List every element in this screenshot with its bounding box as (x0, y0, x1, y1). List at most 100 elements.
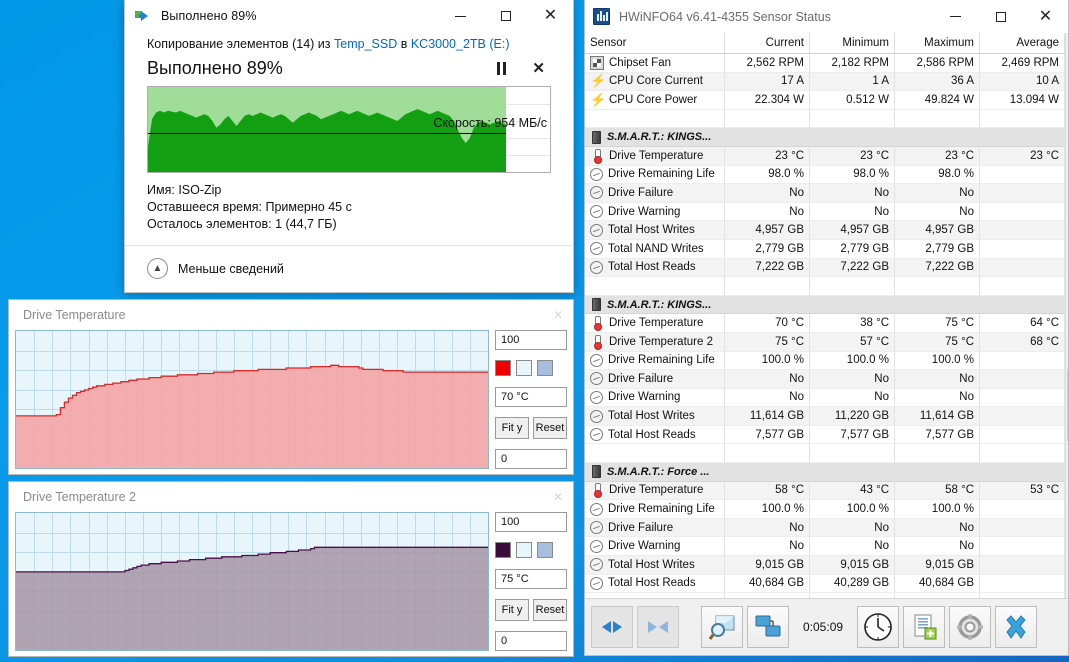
sensor-row[interactable]: Drive Remaining Life 100.0 % 100.0 % 100.0 … (585, 500, 1065, 519)
sensor-settings-button[interactable] (701, 606, 743, 648)
graph-window-drive-temperature: Drive Temperature ✕ 100 70 °C Fit y Rese… (8, 299, 574, 475)
graph1-max-field[interactable]: 100 (495, 330, 567, 350)
sensor-row[interactable]: Drive Warning No No No (585, 388, 1065, 408)
column-header-current[interactable]: Current (725, 33, 810, 53)
sensor-average-cell (980, 556, 1065, 575)
sensor-name-cell: Total NAND Writes (585, 239, 725, 259)
sensor-name-cell: Drive Warning (585, 202, 725, 222)
sensor-row[interactable]: Drive Failure No No No (585, 518, 1065, 538)
copy-items-icon (135, 8, 153, 24)
minimize-icon[interactable] (438, 0, 483, 33)
close-icon[interactable]: ✕ (553, 490, 563, 504)
sensor-label: Drive Failure (608, 521, 674, 534)
sensor-row[interactable]: Drive Remaining Life 100.0 % 100.0 % 100.0 … (585, 351, 1065, 371)
graph2-titlebar[interactable]: Drive Temperature 2 ✕ (9, 482, 573, 512)
graph1-grid-color-swatch[interactable] (537, 360, 553, 377)
destination-drive-link[interactable]: KC3000_2TB (E:) (411, 37, 510, 51)
sensor-current-cell (725, 444, 810, 464)
remote-monitor-button[interactable] (747, 606, 789, 648)
source-folder-link[interactable]: Temp_SSD (334, 37, 397, 51)
gauge-icon (590, 521, 603, 535)
sensor-row[interactable]: Drive Remaining Life 98.0 % 98.0 % 98.0 % (585, 165, 1065, 185)
logging-button[interactable] (903, 606, 946, 648)
column-header-minimum[interactable]: Minimum (810, 33, 895, 53)
close-icon[interactable]: ✕ (1023, 0, 1068, 33)
sensor-average-cell (980, 500, 1065, 519)
sensor-row[interactable] (585, 277, 1065, 296)
hwinfo-titlebar[interactable]: HWiNFO64 v6.41-4355 Sensor Status ✕ (585, 0, 1068, 33)
pause-icon[interactable] (497, 62, 507, 75)
graph1-series-color-swatch[interactable] (495, 360, 511, 377)
copy-dialog-titlebar[interactable]: Выполнено 89% ✕ (125, 0, 573, 33)
graph2-reset-button[interactable]: Reset (533, 598, 567, 621)
sensor-row[interactable]: Drive Temperature 58 °C 43 °C 58 °C 53 °C (585, 481, 1065, 501)
sensor-row[interactable]: ⚡ CPU Core Power 22.304 W 0.512 W 49.824 W 13… (585, 91, 1065, 110)
gauge-icon (590, 205, 603, 219)
graph2-fit-y-button[interactable]: Fit y (495, 598, 529, 621)
sensor-row[interactable] (585, 444, 1065, 464)
maximize-icon[interactable] (483, 0, 528, 33)
scrollbar-thumb[interactable] (1067, 369, 1068, 441)
sensor-row[interactable]: Drive Warning No No No (585, 202, 1065, 222)
sensor-label: Total Host Reads (608, 428, 696, 441)
sensor-row[interactable]: Drive Failure No No No (585, 184, 1065, 203)
graph1-background-color-swatch[interactable] (516, 360, 532, 377)
copy-name-label: Имя: (147, 183, 175, 197)
graph2-series-color-swatch[interactable] (495, 542, 511, 559)
close-icon[interactable]: ✕ (553, 308, 563, 322)
less-details-toggle[interactable]: ▲ Меньше сведений (147, 258, 551, 279)
chevron-up-icon[interactable]: ^ (1066, 33, 1068, 50)
sensor-minimum-cell: 7,577 GB (810, 425, 895, 445)
sensor-row[interactable]: Total Host Writes 11,614 GB 11,220 GB 11,61… (585, 407, 1065, 426)
sensor-row[interactable] (585, 593, 1065, 598)
graph2-grid-color-swatch[interactable] (537, 542, 553, 559)
minimize-icon[interactable] (933, 0, 978, 33)
sensor-maximum-cell: 100.0 % (895, 500, 980, 519)
collapse-columns-button[interactable] (637, 606, 679, 648)
graph2-current-field[interactable]: 75 °C (495, 568, 567, 589)
sensor-group-row[interactable]: S.M.A.R.T.: KINGS... (585, 295, 1065, 315)
sensor-row[interactable]: Drive Failure No No No (585, 370, 1065, 389)
preferences-button[interactable] (949, 606, 992, 648)
sensor-row[interactable] (585, 109, 1065, 129)
close-sensors-button[interactable] (995, 606, 1038, 648)
sensor-group-row[interactable]: S.M.A.R.T.: Force ... (585, 463, 1065, 482)
sensor-row[interactable]: Drive Temperature 2 75 °C 57 °C 75 °C 68 °C (585, 332, 1065, 352)
sensor-row[interactable]: ⚡ CPU Core Current 17 A1 A 36 A 10 A (585, 72, 1065, 92)
column-header-maximum[interactable]: Maximum (895, 33, 980, 53)
sensor-row[interactable]: Total NAND Writes 2,779 GB 2,779 GB 2,779 G… (585, 239, 1065, 259)
graph1-min-field[interactable]: 0 (495, 449, 567, 469)
graph2-min-field[interactable]: 0 (495, 631, 567, 651)
chevron-down-icon[interactable]: ˅ (1066, 581, 1068, 598)
sensor-table-scrollbar[interactable]: ^ ˅ (1065, 33, 1068, 598)
graph1-fit-y-button[interactable]: Fit y (495, 416, 529, 439)
cancel-icon[interactable]: ✕ (532, 61, 545, 76)
close-icon[interactable]: ✕ (528, 0, 573, 33)
sensor-name-cell: ⚡ CPU Core Power (585, 91, 725, 110)
reset-timer-button[interactable] (857, 606, 900, 648)
sensor-row[interactable]: Total Host Writes 4,957 GB 4,957 GB 4,957 G… (585, 221, 1065, 240)
sensor-row[interactable]: Drive Temperature 70 °C 38 °C 75 °C 64 °C (585, 314, 1065, 333)
graph2-background-color-swatch[interactable] (516, 542, 532, 559)
graph2-max-field[interactable]: 100 (495, 512, 567, 532)
column-header-average[interactable]: Average (980, 33, 1065, 53)
maximize-icon[interactable] (978, 0, 1023, 33)
graph1-titlebar[interactable]: Drive Temperature ✕ (9, 300, 573, 330)
graph1-reset-button[interactable]: Reset (533, 416, 567, 439)
column-header-sensor[interactable]: Sensor (585, 33, 725, 53)
sensor-row[interactable]: Chipset Fan 2,562 RPM 2,182 RPM 2,586 RPM 2,… (585, 54, 1065, 73)
sensor-group-row[interactable]: S.M.A.R.T.: KINGS... (585, 128, 1065, 147)
graph1-current-field[interactable]: 70 °C (495, 386, 567, 407)
sensor-row[interactable]: Total Host Reads 40,684 GB 40,289 GB 40,684… (585, 574, 1065, 594)
clock-icon (864, 613, 892, 641)
sensor-average-cell: 13.094 W (980, 91, 1065, 110)
gauge-icon (590, 502, 603, 516)
sensor-row[interactable]: Total Host Writes 9,015 GB 9,015 GB 9,015 G… (585, 556, 1065, 575)
sensor-row[interactable]: Drive Temperature 23 °C 23 °C 23 °C 23 °C (585, 146, 1065, 166)
sensor-row[interactable]: Total Host Reads 7,222 GB 7,222 GB 7,222 GB (585, 258, 1065, 278)
graph1-plot-area (15, 330, 489, 469)
sensor-row[interactable]: Total Host Reads 7,577 GB 7,577 GB 7,577 GB (585, 425, 1065, 445)
sensor-row[interactable]: Drive Warning No No No (585, 537, 1065, 557)
expand-columns-button[interactable] (591, 606, 633, 648)
sensor-maximum-cell: 100.0 % (895, 351, 980, 371)
